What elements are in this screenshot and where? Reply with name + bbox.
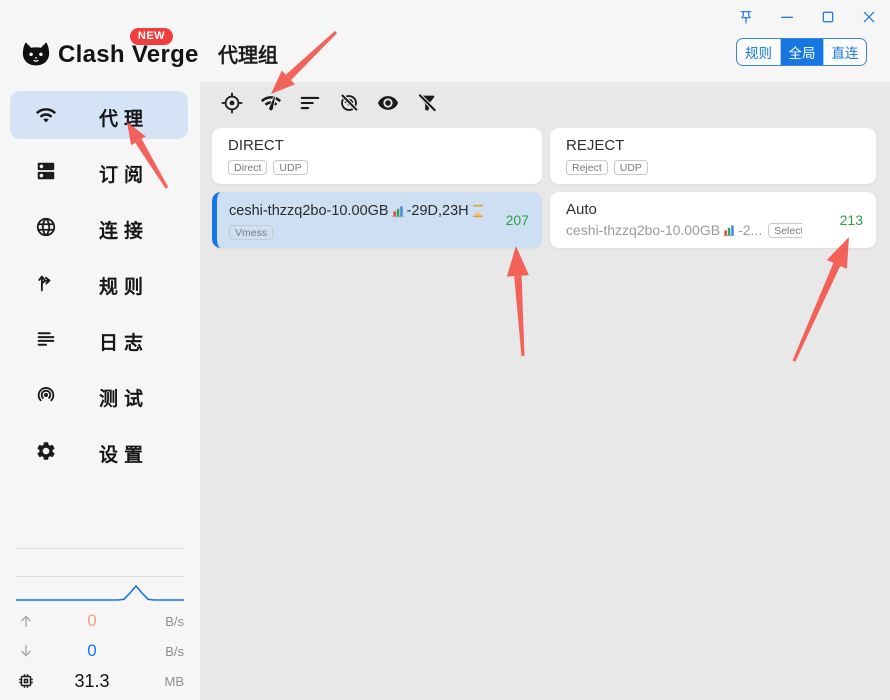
proxy-name: REJECT xyxy=(566,137,862,154)
sidebar-item-rules[interactable]: 规则 xyxy=(10,259,188,307)
sidebar-item-label: 规则 xyxy=(76,272,172,299)
arrow-down-icon xyxy=(16,642,36,660)
hourglass-emoji-icon xyxy=(471,204,484,218)
dns-icon xyxy=(35,160,57,182)
traffic-sparkline xyxy=(16,576,184,602)
new-badge: NEW xyxy=(130,28,173,45)
latency-value[interactable]: 207 xyxy=(506,212,529,228)
tag-chip: Reject xyxy=(566,160,608,175)
close-icon[interactable] xyxy=(861,9,877,25)
sidebar-item-test[interactable]: 测试 xyxy=(10,371,188,419)
locate-icon[interactable] xyxy=(221,92,243,114)
mode-switch-group: 规则 全局 直连 xyxy=(736,38,867,66)
pin-icon[interactable] xyxy=(738,9,754,25)
app-title: Clash Verge xyxy=(58,41,199,69)
page-title: 代理组 xyxy=(218,39,278,68)
sort-icon[interactable] xyxy=(299,92,321,114)
tag-chip: Selector xyxy=(768,223,802,238)
sidebar-item-label: 日志 xyxy=(76,328,172,355)
show-details-eye-icon[interactable] xyxy=(377,92,399,114)
traffic-gridline xyxy=(16,548,184,549)
cat-logo-icon xyxy=(17,35,55,73)
memory-value: 31.3 xyxy=(36,671,148,692)
tag-chip: Direct xyxy=(228,160,267,175)
bar-chart-emoji-icon xyxy=(391,204,405,218)
proxy-name: DIRECT xyxy=(228,137,528,154)
fork-right-icon xyxy=(35,272,57,294)
filter-off-icon[interactable] xyxy=(416,92,438,114)
proxy-card-reject[interactable]: REJECT Reject UDP xyxy=(550,128,876,184)
proxy-card-selected-node[interactable]: ceshi-thzzq2bo-10.00GB -29D,23H Vmess 20… xyxy=(212,192,542,248)
arrow-up-icon xyxy=(16,612,36,630)
current-node-name: ceshi-thzzq2bo-10.00GB -2... xyxy=(566,222,762,238)
proxy-toolbar xyxy=(221,92,438,114)
bar-chart-emoji-icon xyxy=(722,223,736,237)
download-value: 0 xyxy=(36,641,148,661)
proxy-name: ceshi-thzzq2bo-10.00GB -29D,23H xyxy=(229,203,484,219)
download-unit: B/s xyxy=(148,644,184,659)
maximize-icon[interactable] xyxy=(820,9,836,25)
memory-unit: MB xyxy=(148,674,184,689)
sidebar-item-label: 设置 xyxy=(76,440,172,467)
upload-value: 0 xyxy=(36,611,148,631)
delay-check-icon[interactable] xyxy=(260,92,282,114)
sidebar-item-label: 订阅 xyxy=(76,160,172,187)
memory-chip-icon xyxy=(16,672,36,690)
wifi-icon xyxy=(35,104,57,126)
sidebar-item-label: 代理 xyxy=(76,104,172,131)
mode-rule-button[interactable]: 规则 xyxy=(737,39,780,65)
upload-stat-row: 0 B/s xyxy=(16,607,184,635)
sidebar-item-settings[interactable]: 设置 xyxy=(10,427,188,475)
sidebar-item-label: 连接 xyxy=(76,216,172,243)
globe-icon xyxy=(35,216,57,238)
sidebar-item-connections[interactable]: 连接 xyxy=(10,203,188,251)
sidebar-item-logs[interactable]: 日志 xyxy=(10,315,188,363)
proxy-group-grid: DIRECT Direct UDP REJECT Reject UDP cesh… xyxy=(212,128,876,248)
download-stat-row: 0 B/s xyxy=(16,637,184,665)
sidebar-item-profiles[interactable]: 订阅 xyxy=(10,147,188,195)
mode-direct-button[interactable]: 直连 xyxy=(823,39,866,65)
sidebar-item-label: 测试 xyxy=(76,384,172,411)
window-controls xyxy=(738,9,877,25)
minimize-icon[interactable] xyxy=(779,9,795,25)
text-lines-icon xyxy=(35,328,57,350)
proxy-name: Auto xyxy=(566,201,862,218)
tethering-off-icon[interactable] xyxy=(338,92,360,114)
latency-value[interactable]: 213 xyxy=(840,212,863,228)
broadcast-icon xyxy=(35,384,57,406)
tag-chip: Vmess xyxy=(229,225,273,240)
proxy-card-auto[interactable]: Auto ceshi-thzzq2bo-10.00GB -2... Select… xyxy=(550,192,876,248)
proxy-card-direct[interactable]: DIRECT Direct UDP xyxy=(212,128,542,184)
gear-icon xyxy=(35,440,57,462)
memory-stat-row: 31.3 MB xyxy=(16,667,184,695)
tag-chip: UDP xyxy=(273,160,307,175)
upload-unit: B/s xyxy=(148,614,184,629)
mode-global-button[interactable]: 全局 xyxy=(780,39,823,65)
tag-chip: UDP xyxy=(614,160,648,175)
sidebar-item-proxies[interactable]: 代理 xyxy=(10,91,188,139)
